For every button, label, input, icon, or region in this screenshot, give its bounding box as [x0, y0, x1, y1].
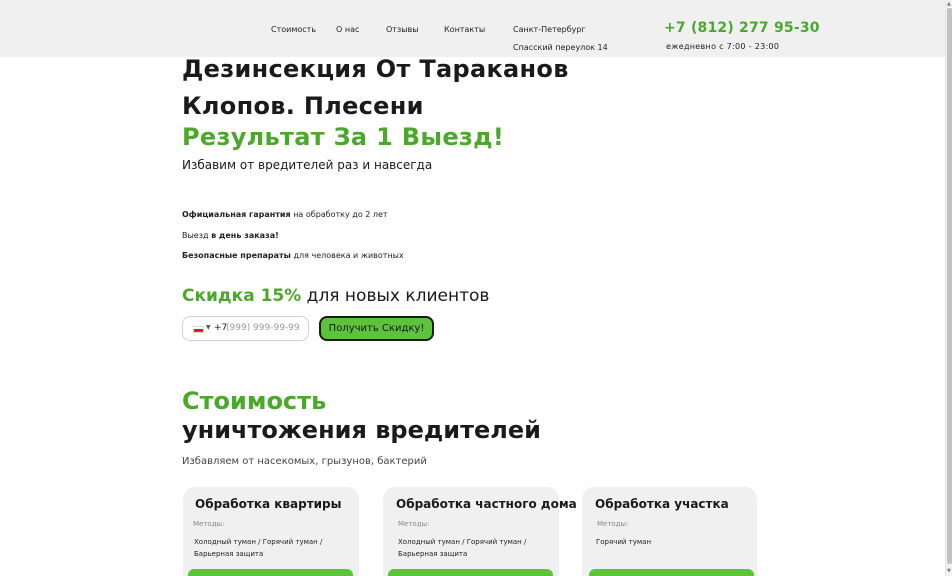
pricing-title: уничтожения вредителей [182, 416, 541, 444]
card-methods: Холодный туман / Горячий туман / Барьерн… [398, 538, 527, 558]
card-order-button[interactable] [188, 569, 353, 576]
get-discount-button[interactable]: Получить Скидку! [319, 316, 434, 341]
feature-guarantee-text: на обработку до 2 лет [290, 210, 388, 219]
feature-safe-text: для человека и животных [290, 251, 404, 260]
card-order-button[interactable] [589, 569, 754, 576]
nav-item-about[interactable]: О нас [336, 25, 359, 34]
card-methods-label: Методы: [597, 520, 629, 528]
hero-title-accent: Результат За 1 Выезд! [182, 123, 505, 151]
header-city: Санкт-Петербург [513, 25, 586, 34]
scroll-down-arrow-icon[interactable]: ▼ [947, 568, 951, 574]
hero-title-line-2: Клопов. Плесени [182, 92, 424, 120]
card-methods: Горячий туман [596, 538, 652, 546]
pricing-card-plot: Обработка участка Методы: Горячий туман [582, 487, 757, 576]
nav-item-pricing[interactable]: Стоимость [271, 25, 316, 34]
pricing-subtitle: Избавляем от насекомых, грызунов, бактер… [182, 456, 427, 467]
feature-safe: Безопасные препараты для человека и живо… [182, 251, 404, 260]
site-header: Стоимость О нас Отзывы Контакты Санкт-Пе… [0, 0, 945, 57]
pricing-card-house: Обработка частного дома Методы: Холодный… [383, 487, 577, 576]
nav-item-contacts[interactable]: Контакты [444, 25, 485, 34]
card-methods-label: Методы: [193, 520, 225, 528]
phone-placeholder: (999) 999-99-99 [226, 323, 300, 333]
feature-same-day-bold: в день заказа! [211, 231, 279, 240]
discount-headline: Скидка 15% для новых клиентов [182, 286, 489, 306]
discount-text: для новых клиентов [301, 286, 490, 306]
hero-subtitle: Избавим от вредителей раз и навсегда [182, 158, 433, 172]
feature-same-day-text: Выезд [182, 231, 212, 240]
feature-safe-bold: Безопасные препараты [182, 251, 291, 260]
discount-accent: Скидка 15% [182, 286, 302, 306]
russia-flag-icon[interactable] [193, 326, 204, 333]
pricing-title-accent: Стоимость [182, 387, 327, 415]
pricing-card-apartment: Обработка квартиры Методы: Холодный тума… [183, 487, 359, 576]
card-methods-label: Методы: [398, 520, 430, 528]
header-address: Спасский переулок 14 [513, 43, 608, 52]
card-methods: Холодный туман / Горячий туман / Барьерн… [194, 538, 323, 558]
card-title: Обработка квартиры [195, 497, 342, 511]
page-scrollbar[interactable]: ▲ ▼ [945, 0, 952, 576]
landing-page: Стоимость О нас Отзывы Контакты Санкт-Пе… [0, 0, 945, 576]
feature-same-day: Выезд в день заказа! [182, 231, 279, 240]
header-phone-link[interactable]: +7 (812) 277 95-30 [664, 20, 820, 36]
card-order-button[interactable] [388, 569, 553, 576]
scroll-up-arrow-icon[interactable]: ▲ [947, 1, 951, 7]
header-hours: ежедневно с 7:00 - 23:00 [666, 42, 780, 51]
phone-input[interactable]: ▼ +7 (999) 999-99-99 [182, 316, 309, 341]
scrollbar-thumb[interactable] [947, 8, 952, 564]
chevron-down-icon[interactable]: ▼ [206, 324, 211, 331]
hero-title-line-1: Дезинсекция От Тараканов [182, 55, 569, 83]
card-title: Обработка частного дома [396, 497, 577, 511]
feature-guarantee-bold: Официальная гарантия [182, 210, 291, 219]
feature-guarantee: Официальная гарантия на обработку до 2 л… [182, 210, 388, 219]
card-title: Обработка участка [595, 497, 729, 511]
nav-item-reviews[interactable]: Отзывы [386, 25, 419, 34]
